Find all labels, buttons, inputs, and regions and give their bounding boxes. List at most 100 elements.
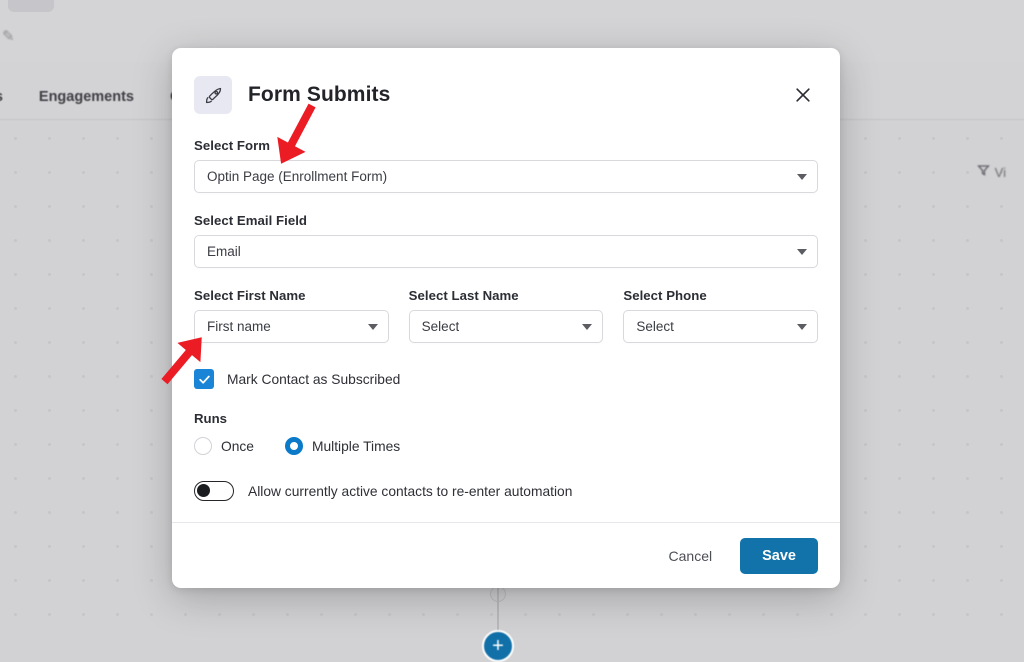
select-email-field-dropdown[interactable]: Email <box>194 235 818 268</box>
radio-multiple-times-label: Multiple Times <box>311 438 401 454</box>
canvas-grid-dot <box>150 579 153 582</box>
canvas-grid-dot <box>932 137 935 140</box>
background-tab-engagements[interactable]: Engagements <box>21 89 152 105</box>
select-last-name-dropdown[interactable]: Select <box>408 310 604 343</box>
canvas-grid-dot <box>932 341 935 344</box>
canvas-grid-dot <box>898 477 901 480</box>
canvas-grid-dot <box>14 307 17 310</box>
canvas-grid-dot <box>150 511 153 514</box>
select-form-dropdown[interactable]: Optin Page (Enrollment Form) <box>194 160 818 193</box>
canvas-grid-dot <box>966 545 969 548</box>
canvas-grid-dot <box>150 239 153 242</box>
canvas-grid-dot <box>1000 443 1003 446</box>
select-phone-dropdown[interactable]: Select <box>623 310 819 343</box>
radio-multiple-times-indicator <box>284 437 303 455</box>
reenter-automation-toggle[interactable] <box>194 481 234 501</box>
canvas-grid-dot <box>82 375 85 378</box>
radio-multiple-times[interactable]: Multiple Times <box>284 437 401 455</box>
canvas-grid-dot <box>864 273 867 276</box>
canvas-grid-dot <box>218 613 221 616</box>
canvas-grid-dot <box>116 579 119 582</box>
close-icon[interactable] <box>788 80 818 110</box>
canvas-grid-dot <box>1000 545 1003 548</box>
canvas-grid-dot <box>626 613 629 616</box>
chevron-down-icon <box>582 323 593 330</box>
canvas-grid-dot <box>796 613 799 616</box>
canvas-grid-dot <box>82 137 85 140</box>
canvas-grid-dot <box>150 409 153 412</box>
canvas-grid-dot <box>82 409 85 412</box>
canvas-grid-dot <box>82 545 85 548</box>
page-title: Form Submits <box>248 83 391 106</box>
canvas-grid-dot <box>490 613 493 616</box>
label-select-last-name: Select Last Name <box>408 288 519 303</box>
canvas-grid-dot <box>150 205 153 208</box>
reenter-automation-row[interactable]: Allow currently active contacts to re-en… <box>194 481 818 501</box>
canvas-grid-dot <box>14 375 17 378</box>
label-select-first-name: Select First Name <box>194 288 306 303</box>
save-button[interactable]: Save <box>740 537 818 574</box>
canvas-grid-dot <box>694 613 697 616</box>
canvas-grid-dot <box>48 375 51 378</box>
canvas-grid-dot <box>82 477 85 480</box>
canvas-grid-dot <box>320 613 323 616</box>
canvas-grid-dot <box>932 579 935 582</box>
mark-subscribed-checkbox[interactable] <box>194 369 214 389</box>
canvas-grid-dot <box>898 613 901 616</box>
canvas-grid-dot <box>898 375 901 378</box>
canvas-grid-dot <box>932 239 935 242</box>
canvas-grid-dot <box>1000 375 1003 378</box>
canvas-grid-dot <box>82 273 85 276</box>
canvas-grid-dot <box>48 205 51 208</box>
canvas-grid-dot <box>14 137 17 140</box>
field-select-first-name: Select First Name First name <box>194 288 389 343</box>
canvas-grid-dot <box>82 205 85 208</box>
canvas-grid-dot <box>14 579 17 582</box>
check-icon <box>198 373 211 386</box>
form-submits-modal: Form Submits Select Form Optin Page (Enr… <box>172 48 840 588</box>
canvas-grid-dot <box>898 171 901 174</box>
radio-once[interactable]: Once <box>194 437 254 455</box>
canvas-grid-dot <box>116 205 119 208</box>
canvas-grid-dot <box>14 205 17 208</box>
canvas-grid-dot <box>1000 579 1003 582</box>
modal-body: Form Submits Select Form Optin Page (Enr… <box>172 48 840 522</box>
canvas-grid-dot <box>966 579 969 582</box>
canvas-grid-dot <box>82 613 85 616</box>
canvas-grid-dot <box>1000 239 1003 242</box>
radio-once-indicator <box>194 437 212 455</box>
canvas-grid-dot <box>1000 205 1003 208</box>
canvas-grid-dot <box>864 409 867 412</box>
canvas-grid-dot <box>966 511 969 514</box>
canvas-grid-dot <box>48 137 51 140</box>
select-email-field-value: Email <box>207 244 241 259</box>
select-first-name-dropdown[interactable]: First name <box>194 310 389 343</box>
mark-subscribed-row[interactable]: Mark Contact as Subscribed <box>194 369 818 389</box>
background-tab-contacts[interactable]: ts <box>0 89 21 105</box>
canvas-grid-dot <box>150 545 153 548</box>
label-select-phone: Select Phone <box>623 288 707 303</box>
cancel-button[interactable]: Cancel <box>663 542 719 570</box>
canvas-grid-dot <box>48 409 51 412</box>
background-add-node-button[interactable]: + <box>482 630 514 662</box>
canvas-grid-dot <box>932 205 935 208</box>
canvas-grid-dot <box>48 239 51 242</box>
chevron-down-icon <box>367 323 378 330</box>
canvas-grid-dot <box>864 307 867 310</box>
canvas-grid-dot <box>932 613 935 616</box>
canvas-grid-dot <box>116 613 119 616</box>
canvas-grid-dot <box>1000 613 1003 616</box>
canvas-grid-dot <box>48 511 51 514</box>
background-node-connector <box>497 588 499 634</box>
canvas-grid-dot <box>388 613 391 616</box>
canvas-grid-dot <box>966 239 969 242</box>
canvas-grid-dot <box>830 613 833 616</box>
canvas-grid-dot <box>966 477 969 480</box>
canvas-grid-dot <box>898 443 901 446</box>
canvas-grid-dot <box>48 613 51 616</box>
canvas-grid-dot <box>48 341 51 344</box>
canvas-grid-dot <box>116 171 119 174</box>
canvas-grid-dot <box>82 341 85 344</box>
canvas-grid-dot <box>966 137 969 140</box>
background-filter-control[interactable]: Vi <box>976 164 1006 180</box>
